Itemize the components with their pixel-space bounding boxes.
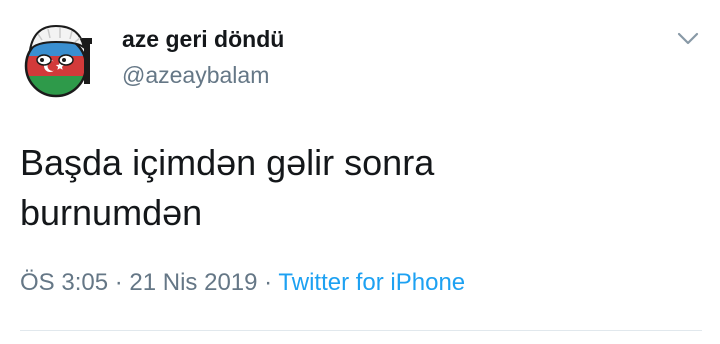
meta-separator: ·	[114, 269, 123, 296]
tweet-meta: ÖS 3:05 · 21 Nis 2019 · Twitter for iPho…	[20, 269, 465, 297]
tweet-text: Başda içimdən gəlir sonra burnumdən	[20, 138, 680, 238]
avatar[interactable]	[20, 20, 96, 100]
tweet-date[interactable]: 21 Nis 2019	[129, 269, 257, 296]
tweet-source-link[interactable]: Twitter for iPhone	[278, 269, 465, 296]
tweet-text-line-1: Başda içimdən gəlir sonra	[20, 142, 435, 183]
user-handle[interactable]: @azeaybalam	[122, 62, 269, 89]
chevron-down-icon[interactable]	[674, 26, 702, 50]
tweet-time[interactable]: ÖS 3:05	[20, 269, 108, 296]
display-name[interactable]: aze geri döndü	[122, 26, 284, 53]
azerbaijan-countryball-avatar-icon	[24, 24, 92, 98]
tweet-card: aze geri döndü @azeaybalam Başda içimdən…	[0, 0, 720, 344]
tweet-text-line-2: burnumdən	[20, 192, 203, 233]
meta-separator: ·	[264, 269, 273, 296]
divider	[20, 330, 702, 331]
